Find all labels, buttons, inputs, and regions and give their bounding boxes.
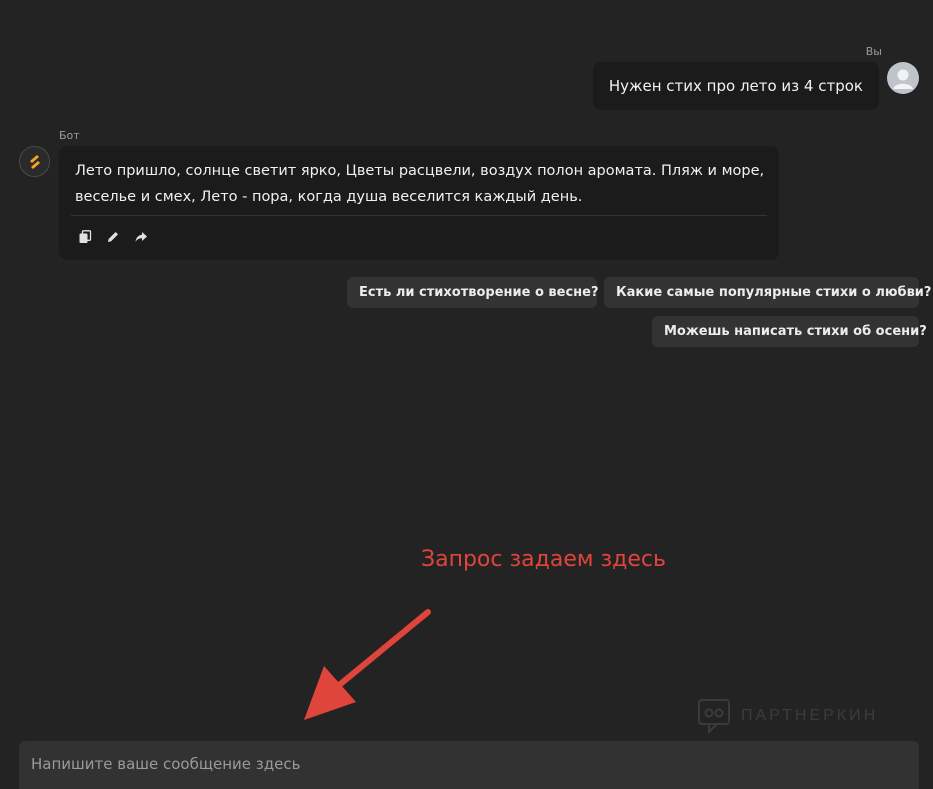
suggestion-chip[interactable]: Есть ли стихотворение о весне?	[347, 277, 598, 308]
suggestion-chip[interactable]: Какие самые популярные стихи о любви?	[604, 277, 931, 308]
copy-icon	[79, 230, 92, 243]
annotation-text: Запрос задаем здесь	[421, 547, 666, 572]
copy-button[interactable]	[76, 228, 94, 246]
user-name-label: Вы	[865, 45, 882, 58]
bot-logo-icon	[29, 154, 40, 169]
user-avatar-icon	[893, 69, 913, 89]
bot-message-text: Лето пришло, солнце светит ярко, Цветы р…	[75, 163, 765, 205]
bot-message-actions	[75, 228, 767, 246]
chat-page: Вы Нужен стих про лето из 4 строк Бот Ле…	[0, 0, 933, 789]
watermark: ПАРТНЕРКИН	[697, 698, 878, 734]
share-button[interactable]	[132, 228, 150, 246]
suggestion-chip[interactable]: Можешь написать стихи об осени?	[652, 316, 927, 347]
bot-avatar	[19, 146, 50, 177]
message-input-container	[19, 741, 919, 789]
watermark-logo-icon	[698, 699, 730, 734]
watermark-text: ПАРТНЕРКИН	[741, 707, 879, 724]
share-icon	[135, 232, 147, 242]
user-avatar	[887, 62, 919, 94]
message-input[interactable]	[19, 741, 919, 787]
edit-button[interactable]	[104, 228, 122, 246]
user-message-bubble: Нужен стих про лето из 4 строк	[592, 62, 879, 110]
bot-name-label: Бот	[59, 129, 80, 142]
bot-message-divider	[71, 215, 767, 216]
annotation-arrow-icon	[304, 609, 431, 720]
bot-message-bubble: Лето пришло, солнце светит ярко, Цветы р…	[59, 146, 779, 260]
edit-icon	[108, 232, 118, 242]
